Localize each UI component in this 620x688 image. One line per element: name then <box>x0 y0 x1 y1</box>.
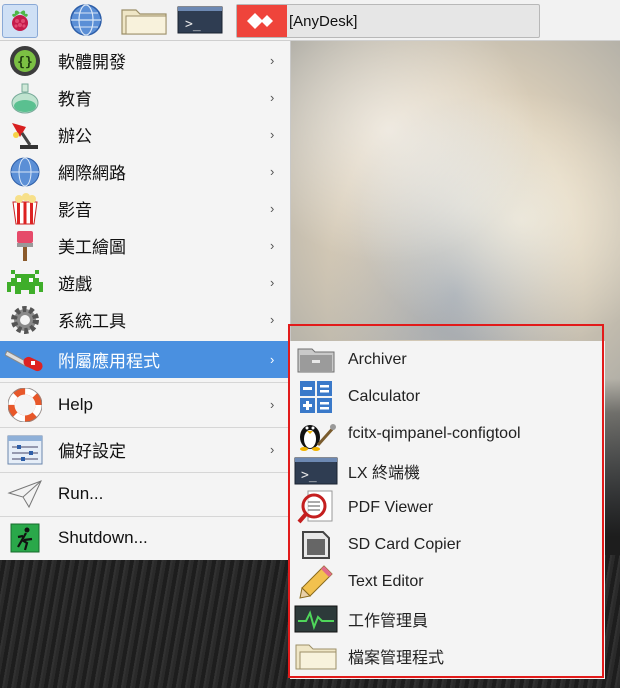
raspberry-menu-button[interactable] <box>2 4 38 38</box>
svg-text:>_: >_ <box>301 468 317 483</box>
terminal-icon: >_ <box>177 6 223 34</box>
menu-separator <box>0 427 290 428</box>
folder-icon <box>290 637 342 674</box>
submenu-item-pdf-viewer[interactable]: PDF Viewer <box>290 489 605 526</box>
programming-braces-icon: {} <box>0 42 50 79</box>
raspberry-menu-icon <box>12 10 28 31</box>
submenu-arrow: › <box>270 164 275 179</box>
menu-item-help[interactable]: Help › <box>0 386 290 423</box>
folder-icon <box>121 9 167 35</box>
application-menu: {} 軟體開發 › 教育 › 辦公 › 網際網路 › 影音 › 美工繪圖 › 遊… <box>0 41 291 560</box>
terminal-icon: >_ <box>290 452 342 489</box>
office-lamp-icon <box>0 116 50 153</box>
lifebuoy-icon <box>0 386 50 423</box>
submenu-arrow: › <box>270 90 275 105</box>
submenu-arrow: › <box>270 352 275 367</box>
taskbar-task-anydesk[interactable]: [AnyDesk] <box>236 4 540 38</box>
submenu-item-lx-terminal[interactable]: >_ LX 終端機 <box>290 452 605 489</box>
accessories-submenu: Archiver Calculator fcitx-qimpanel-confi… <box>290 341 605 679</box>
exit-running-man-icon <box>0 519 50 556</box>
submenu-arrow: › <box>270 53 275 68</box>
menu-item-programming[interactable]: {} 軟體開發 › <box>0 42 290 79</box>
submenu-item-archiver[interactable]: Archiver <box>290 341 605 378</box>
menu-item-run[interactable]: Run... <box>0 475 290 512</box>
pencil-icon <box>290 563 342 600</box>
file-manager-launcher[interactable] <box>118 4 170 36</box>
submenu-arrow: › <box>270 312 275 327</box>
archive-box-icon <box>290 341 342 378</box>
popcorn-icon <box>0 190 50 227</box>
menu-separator <box>0 472 290 473</box>
menu-item-accessories[interactable]: 附屬應用程式 › <box>0 341 290 378</box>
menu-item-system-tools[interactable]: 系統工具 › <box>0 301 290 338</box>
menu-item-office[interactable]: 辦公 › <box>0 116 290 153</box>
svg-text:>_: >_ <box>185 17 201 32</box>
space-invader-icon <box>0 264 50 301</box>
globe-browser-icon <box>70 4 102 36</box>
menu-item-graphics[interactable]: 美工繪圖 › <box>0 227 290 264</box>
menu-item-games[interactable]: 遊戲 › <box>0 264 290 301</box>
submenu-arrow: › <box>270 127 275 142</box>
task-label: [AnyDesk] <box>289 12 358 30</box>
submenu-arrow: › <box>270 238 275 253</box>
submenu-item-text-editor[interactable]: Text Editor <box>290 563 605 600</box>
submenu-item-calculator[interactable]: Calculator <box>290 378 605 415</box>
globe-icon <box>0 153 50 190</box>
gear-icon <box>0 301 50 338</box>
menu-item-multimedia[interactable]: 影音 › <box>0 190 290 227</box>
menu-item-shutdown[interactable]: Shutdown... <box>0 519 290 556</box>
sd-card-icon <box>290 526 342 563</box>
submenu-item-task-manager[interactable]: 工作管理員 <box>290 600 605 637</box>
menu-separator <box>0 382 290 383</box>
submenu-item-file-manager[interactable]: 檔案管理程式 <box>290 637 605 674</box>
swiss-knife-icon <box>0 341 50 378</box>
wallpaper-clouds <box>290 40 620 340</box>
anydesk-icon <box>237 5 287 37</box>
submenu-arrow: › <box>270 275 275 290</box>
flask-icon <box>0 79 50 116</box>
paper-plane-icon <box>0 475 50 512</box>
svg-text:{}: {} <box>17 55 33 70</box>
browser-launcher[interactable] <box>64 4 108 36</box>
penguin-icon <box>290 415 342 452</box>
sliders-icon <box>0 431 50 468</box>
magnifier-document-icon <box>290 489 342 526</box>
taskbar: >_ [AnyDesk] <box>0 0 620 41</box>
menu-item-internet[interactable]: 網際網路 › <box>0 153 290 190</box>
menu-item-preferences[interactable]: 偏好設定 › <box>0 431 290 468</box>
submenu-arrow: › <box>270 201 275 216</box>
menu-separator <box>0 516 290 517</box>
paintbrush-icon <box>0 227 50 264</box>
submenu-arrow: › <box>270 442 275 457</box>
submenu-item-sd-card-copier[interactable]: SD Card Copier <box>290 526 605 563</box>
submenu-arrow: › <box>270 397 275 412</box>
menu-item-education[interactable]: 教育 › <box>0 79 290 116</box>
submenu-item-fcitx-config[interactable]: fcitx-qimpanel-configtool <box>290 415 605 452</box>
calculator-icon <box>290 378 342 415</box>
terminal-launcher[interactable]: >_ <box>176 4 224 36</box>
task-monitor-icon <box>290 600 342 637</box>
